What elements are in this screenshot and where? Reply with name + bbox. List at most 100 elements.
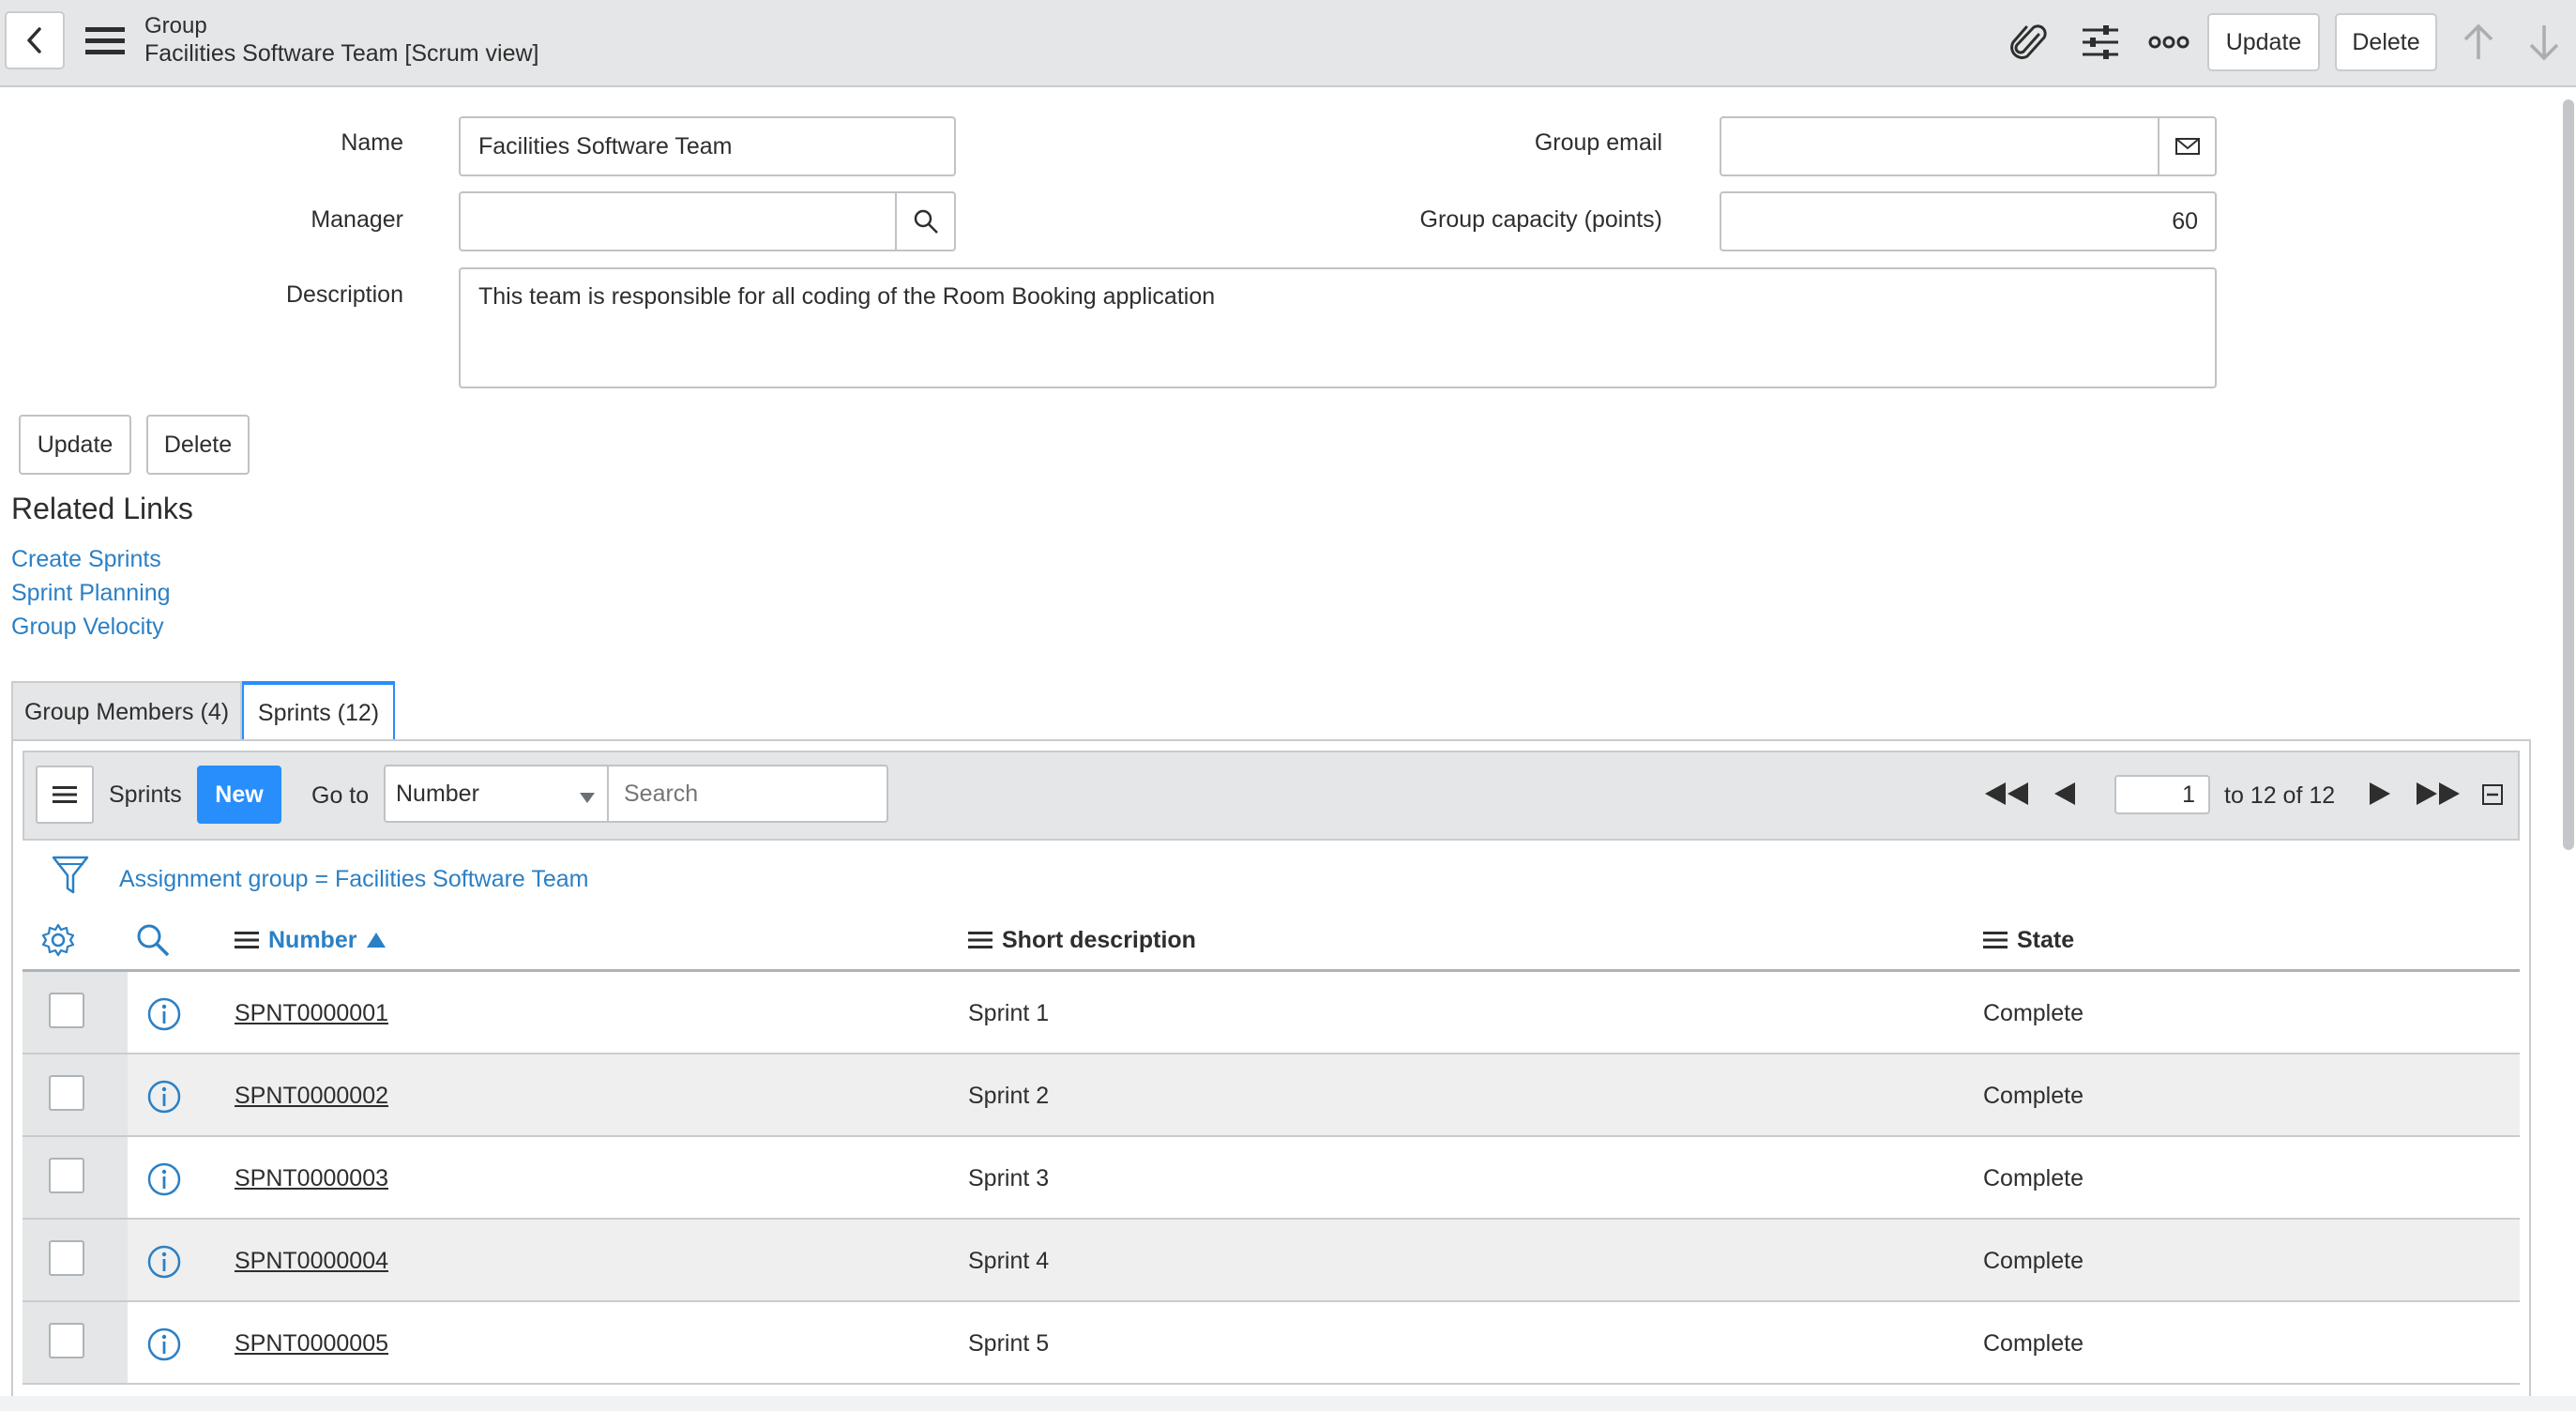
sprint-state: Complete: [1983, 1329, 2084, 1357]
group-email-label: Group email: [1534, 129, 1662, 156]
menu-icon: [53, 786, 77, 803]
filter-icon: [52, 856, 89, 894]
tab-group-members[interactable]: Group Members (4): [11, 681, 242, 741]
column-menu-icon: [1983, 932, 2008, 948]
sprint-state: Complete: [1983, 1082, 2084, 1109]
row-checkbox[interactable]: [49, 1075, 84, 1111]
column-header-state[interactable]: State: [1983, 923, 2074, 957]
row-checkbox[interactable]: [49, 1240, 84, 1276]
manager-label: Manager: [311, 206, 403, 233]
create-sprints-link[interactable]: Create Sprints: [11, 546, 161, 573]
header-update-button[interactable]: Update: [2207, 13, 2320, 71]
paperclip-icon: [2010, 24, 2047, 59]
page-scrollbar[interactable]: [2563, 99, 2574, 850]
back-button[interactable]: [5, 11, 65, 69]
sprint-planning-link[interactable]: Sprint Planning: [11, 580, 171, 607]
search-icon: [137, 924, 170, 957]
next-page-icon: [2370, 782, 2390, 805]
sprint-state: Complete: [1983, 1247, 2084, 1274]
description-textarea[interactable]: This team is responsible for all coding …: [459, 267, 2217, 388]
table-row[interactable]: SPNT0000002 Sprint 2 Complete: [23, 1054, 2520, 1137]
list-left-border: [11, 739, 13, 1407]
next-page-button[interactable]: [2366, 777, 2394, 811]
info-icon: [147, 1245, 181, 1279]
list-body: SPNT0000001 Sprint 1 Complete SPNT000000…: [23, 972, 2520, 1411]
sprint-number-link[interactable]: SPNT0000001: [235, 1000, 388, 1027]
more-icon: [2148, 36, 2190, 49]
filter-toggle-button[interactable]: [49, 854, 92, 897]
more-options-button[interactable]: [2146, 23, 2191, 62]
table-row[interactable]: SPNT0000001 Sprint 1 Complete: [23, 972, 2520, 1054]
row-checkbox[interactable]: [49, 1323, 84, 1358]
form-update-button[interactable]: Update: [19, 415, 131, 475]
manager-field[interactable]: [459, 191, 897, 251]
page-range-text: to 12 of 12: [2224, 782, 2336, 809]
column-header-short-description[interactable]: Short description: [968, 923, 1196, 957]
send-email-button[interactable]: [2158, 116, 2217, 176]
manager-lookup-button[interactable]: [895, 191, 956, 251]
personalize-form-button[interactable]: [2077, 21, 2124, 64]
last-page-icon: [2417, 782, 2460, 805]
row-checkbox[interactable]: [49, 1158, 84, 1193]
column-menu-icon: [968, 932, 993, 948]
list-context-menu-button[interactable]: [36, 766, 94, 824]
table-row[interactable]: SPNT0000004 Sprint 4 Complete: [23, 1220, 2520, 1302]
last-page-button[interactable]: [2413, 777, 2463, 811]
name-field[interactable]: Facilities Software Team: [459, 116, 956, 176]
previous-page-button[interactable]: [2051, 777, 2079, 811]
attachment-button[interactable]: [2008, 21, 2051, 64]
first-page-button[interactable]: [1981, 777, 2032, 811]
next-record-button[interactable]: [2525, 21, 2563, 64]
record-type-title: Group: [144, 13, 207, 38]
header-delete-button[interactable]: Delete: [2335, 13, 2437, 71]
goto-field-select[interactable]: Number: [384, 765, 609, 823]
page-number-input[interactable]: 1: [2114, 775, 2210, 814]
row-divider: [23, 1383, 2520, 1385]
column-search-button[interactable]: [134, 921, 172, 959]
list-search-input[interactable]: [607, 765, 888, 823]
row-checkbox[interactable]: [49, 993, 84, 1028]
sprint-description: Sprint 4: [968, 1247, 1050, 1274]
arrow-down-icon: [2529, 25, 2559, 61]
column-header-number[interactable]: Number: [235, 923, 386, 957]
sprint-number-link[interactable]: SPNT0000002: [235, 1083, 388, 1110]
context-menu-button[interactable]: [84, 23, 126, 60]
column-label-state: State: [2017, 926, 2075, 953]
previous-record-button[interactable]: [2460, 21, 2497, 64]
filter-breadcrumb[interactable]: Assignment group = Facilities Software T…: [119, 866, 588, 893]
table-row[interactable]: SPNT0000005 Sprint 5 Complete: [23, 1302, 2520, 1385]
tab-divider: [11, 739, 2531, 741]
sprint-number-link[interactable]: SPNT0000004: [235, 1248, 388, 1275]
sprint-description: Sprint 1: [968, 999, 1050, 1026]
sprint-description: Sprint 5: [968, 1329, 1050, 1357]
tab-sprints[interactable]: Sprints (12): [242, 681, 395, 741]
arrow-up-icon: [2463, 23, 2493, 59]
record-preview-button[interactable]: [146, 1079, 182, 1115]
sprint-number-link[interactable]: SPNT0000003: [235, 1165, 388, 1192]
first-page-icon: [1985, 782, 2028, 805]
group-email-field[interactable]: [1720, 116, 2160, 176]
record-preview-button[interactable]: [146, 1244, 182, 1280]
list-right-border: [2529, 739, 2531, 1407]
sprint-number-link[interactable]: SPNT0000005: [235, 1330, 388, 1358]
column-label-number: Number: [268, 926, 357, 953]
form-delete-button[interactable]: Delete: [146, 415, 250, 475]
record-preview-button[interactable]: [146, 996, 182, 1032]
personalize-list-button[interactable]: [39, 921, 77, 959]
gear-icon: [41, 923, 75, 957]
settings-sliders-icon: [2083, 25, 2118, 59]
record-preview-button[interactable]: [146, 1327, 182, 1362]
collapse-list-button[interactable]: [2480, 782, 2505, 807]
sprint-description: Sprint 3: [968, 1164, 1050, 1191]
new-button[interactable]: New: [197, 766, 281, 824]
sprint-description: Sprint 2: [968, 1082, 1050, 1109]
goto-label: Go to: [311, 782, 370, 809]
search-icon: [914, 209, 938, 234]
group-velocity-link[interactable]: Group Velocity: [11, 614, 164, 641]
record-preview-button[interactable]: [146, 1161, 182, 1197]
info-icon: [147, 1328, 181, 1361]
menu-icon: [85, 27, 125, 54]
info-icon: [147, 997, 181, 1031]
group-capacity-field[interactable]: 60: [1720, 191, 2217, 251]
table-row[interactable]: SPNT0000003 Sprint 3 Complete: [23, 1137, 2520, 1220]
